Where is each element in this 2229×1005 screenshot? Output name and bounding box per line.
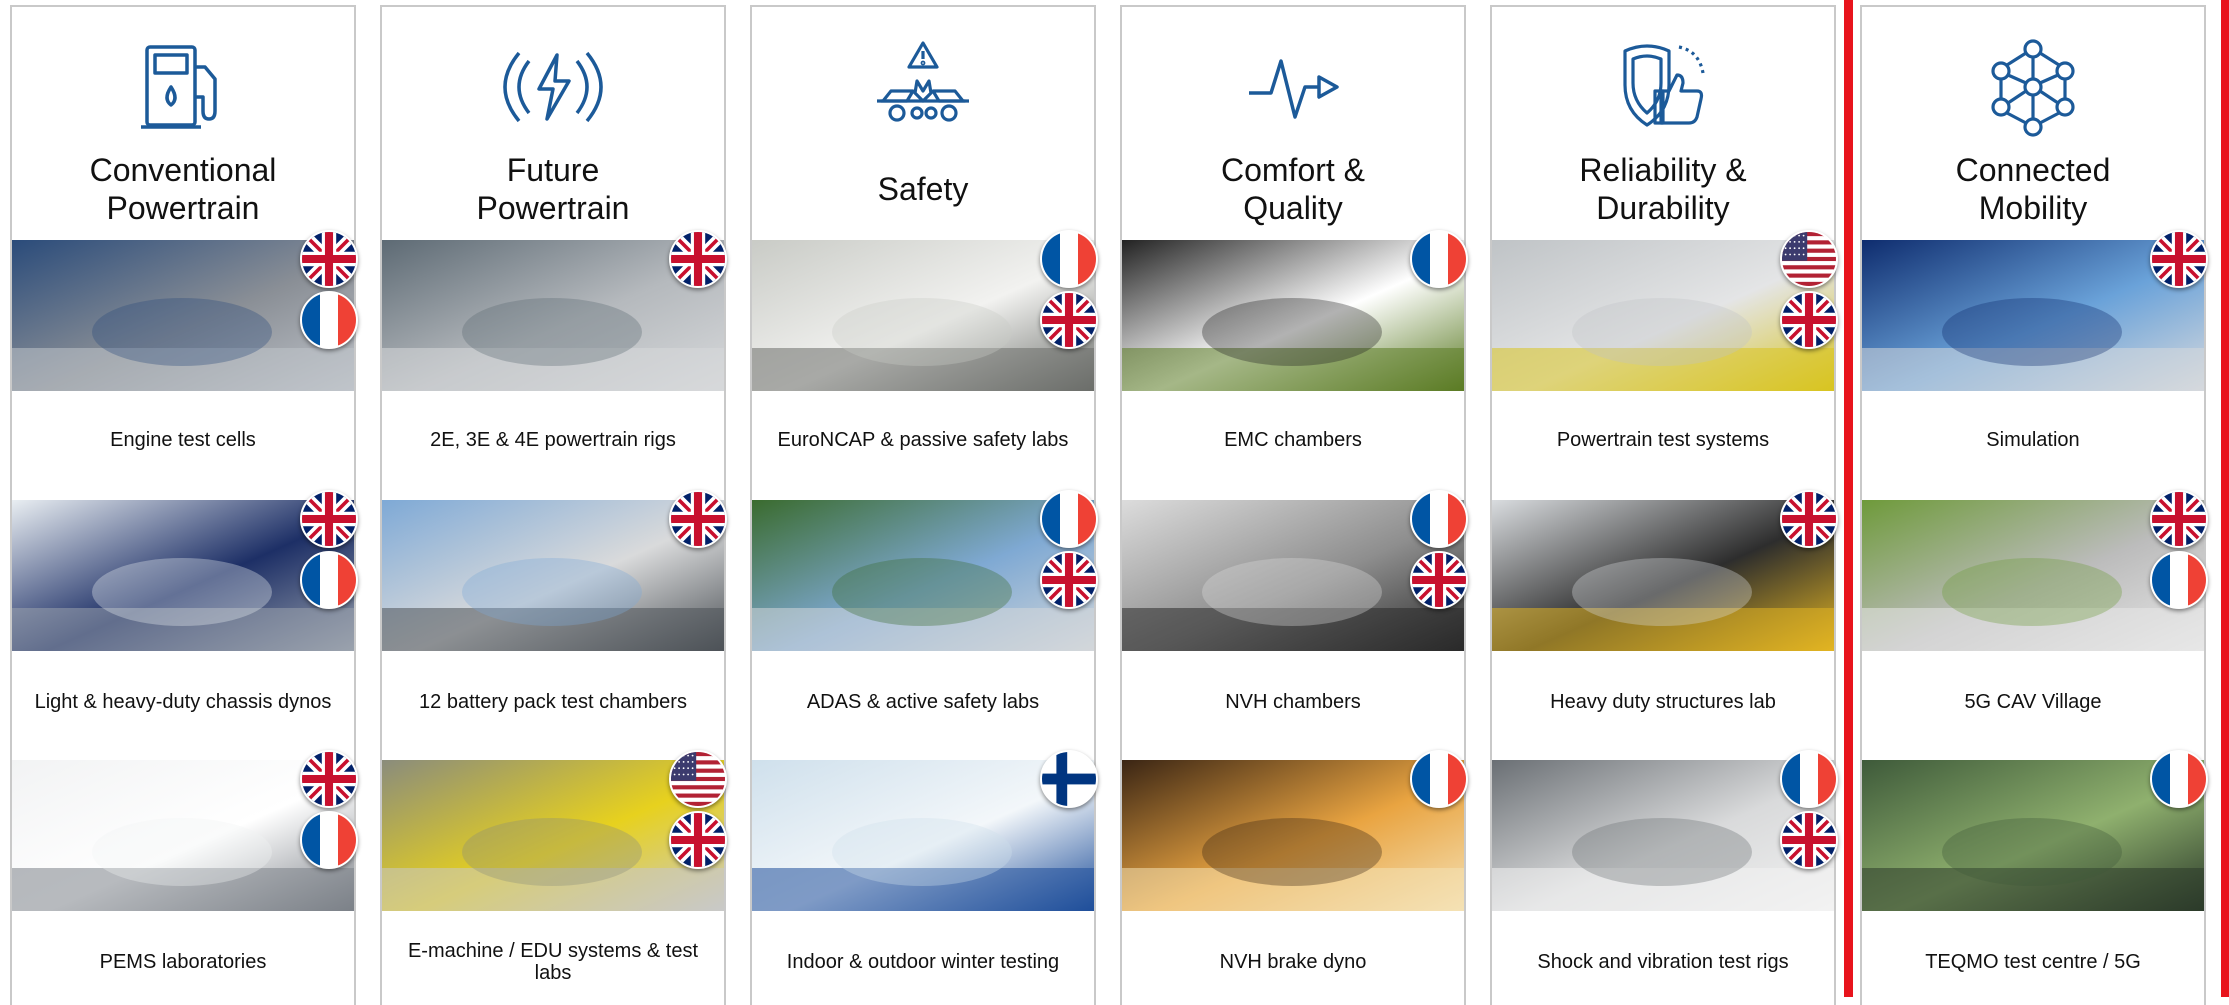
column-title: Reliability & Durability	[1579, 152, 1747, 226]
lab-caption: 2E, 3E & 4E powertrain rigs	[430, 429, 676, 451]
lab-caption: PEMS laboratories	[99, 951, 267, 973]
flag-uk-icon	[1040, 551, 1098, 609]
flag-uk-icon	[1040, 291, 1098, 349]
flag-uk-icon	[300, 750, 358, 808]
red-edge-line	[2221, 0, 2229, 997]
flag-fr-icon	[2150, 551, 2208, 609]
flag-fr-icon	[1040, 490, 1098, 548]
lab-caption: EMC chambers	[1224, 429, 1362, 451]
flag-uk-icon	[1410, 551, 1468, 609]
flag-uk-icon	[1780, 291, 1838, 349]
flag-uk-icon	[669, 230, 727, 288]
lab-caption: Indoor & outdoor winter testing	[786, 951, 1060, 973]
flag-fr-icon	[2150, 750, 2208, 808]
flag-us-icon	[1780, 230, 1838, 288]
flag-fi-icon	[1040, 750, 1098, 808]
flag-uk-icon	[2150, 230, 2208, 288]
lab-caption: Engine test cells	[110, 429, 256, 451]
lab-caption: 12 battery pack test chambers	[419, 691, 687, 713]
flag-fr-icon	[1040, 230, 1098, 288]
flag-uk-icon	[300, 230, 358, 288]
network-nodes-icon	[1862, 37, 2204, 137]
flag-uk-icon	[2150, 490, 2208, 548]
flag-us-icon	[669, 750, 727, 808]
lab-caption: EuroNCAP & passive safety labs	[777, 429, 1069, 451]
flag-fr-icon	[1780, 750, 1838, 808]
lab-caption: NVH brake dyno	[1219, 951, 1367, 973]
lab-caption: Simulation	[1986, 429, 2080, 451]
lab-caption: E-machine / EDU systems & test labs	[407, 940, 699, 984]
flag-fr-icon	[300, 551, 358, 609]
flag-uk-icon	[669, 811, 727, 869]
flag-uk-icon	[669, 490, 727, 548]
column-title: Comfort & Quality	[1220, 152, 1366, 226]
red-divider-line	[1844, 0, 1853, 997]
waveform-icon	[1122, 37, 1464, 137]
column-title: Connected Mobility	[1955, 152, 2111, 226]
lab-caption: TEQMO test centre / 5G	[1925, 951, 2141, 973]
lab-caption: 5G CAV Village	[1964, 691, 2102, 713]
lab-caption: Light & heavy-duty chassis dynos	[34, 691, 332, 713]
lab-caption: Shock and vibration test rigs	[1537, 951, 1789, 973]
flag-fr-icon	[1410, 230, 1468, 288]
flag-fr-icon	[300, 291, 358, 349]
fuel-pump-icon	[12, 37, 354, 137]
column-title: Safety	[877, 171, 969, 207]
lab-caption: NVH chambers	[1225, 691, 1361, 713]
flag-fr-icon	[300, 811, 358, 869]
shield-thumbs-up-icon	[1492, 37, 1834, 137]
lab-caption: Powertrain test systems	[1556, 429, 1770, 451]
lab-caption: ADAS & active safety labs	[806, 691, 1040, 713]
flag-fr-icon	[1410, 750, 1468, 808]
column-title: Future Powertrain	[476, 152, 630, 226]
electric-bolt-icon	[382, 37, 724, 137]
flag-uk-icon	[1780, 490, 1838, 548]
lab-caption: Heavy duty structures lab	[1550, 691, 1776, 713]
column-title: Conventional Powertrain	[89, 152, 277, 226]
car-crash-icon	[752, 37, 1094, 137]
flag-uk-icon	[1780, 811, 1838, 869]
flag-fr-icon	[1410, 490, 1468, 548]
flag-uk-icon	[300, 490, 358, 548]
